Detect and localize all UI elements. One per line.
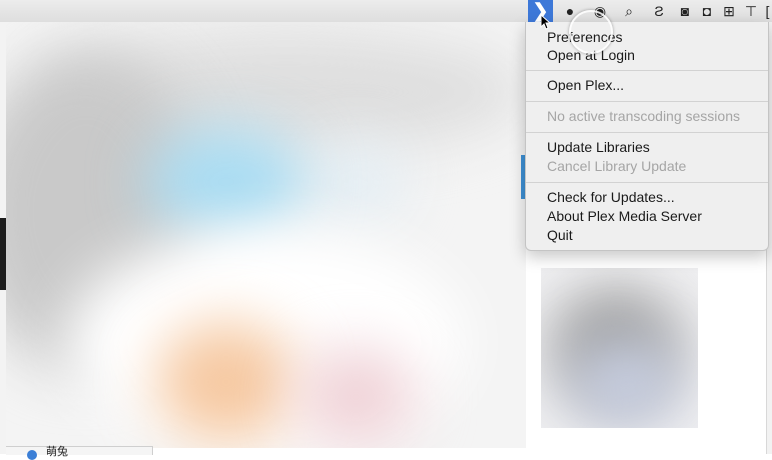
cat-icon[interactable]: ◙ xyxy=(676,3,694,19)
mouse-cursor-icon xyxy=(540,14,550,30)
blurred-background-window xyxy=(6,22,526,448)
grid-icon[interactable]: ⊞ xyxy=(720,3,738,19)
status-label: 萌兔 xyxy=(46,446,68,458)
menu-item-open-at-login[interactable]: Open at Login xyxy=(526,46,768,65)
menu-separator xyxy=(526,132,768,133)
status-dot-icon xyxy=(27,450,37,460)
menu-item-check-for-updates[interactable]: Check for Updates... xyxy=(526,188,768,207)
blur-region xyxy=(296,347,416,447)
plex-dropdown-menu: Preferences Open at Login Open Plex... N… xyxy=(525,22,769,251)
blurred-thumbnail xyxy=(541,268,698,428)
menu-item-no-transcoding: No active transcoding sessions xyxy=(547,108,740,124)
penguin-icon[interactable]: ◘ xyxy=(698,3,716,19)
menu-item-about[interactable]: About Plex Media Server xyxy=(526,207,768,226)
blur-region xyxy=(156,322,296,442)
search-icon[interactable]: ⌕ xyxy=(620,3,638,19)
menu-item-open-plex[interactable]: Open Plex... xyxy=(526,76,768,95)
menu-separator xyxy=(526,182,768,183)
menu-item-update-libraries[interactable]: Update Libraries xyxy=(526,138,768,157)
menu-bar: ❯ ● ◉ ⌕ Ƨ ◙ ◘ ⊞ ⊤ [ xyxy=(0,0,772,23)
bracket-icon[interactable]: [ xyxy=(763,3,772,19)
blur-region xyxy=(571,338,681,428)
script-icon[interactable]: Ƨ xyxy=(650,3,668,19)
blur-region xyxy=(306,142,406,222)
blur-region xyxy=(146,127,306,237)
menu-item-quit[interactable]: Quit xyxy=(526,226,768,245)
menu-separator xyxy=(526,70,768,71)
text-icon[interactable]: ⊤ xyxy=(743,3,759,19)
menu-item-cancel-library-update: Cancel Library Update xyxy=(547,158,687,174)
click-indicator-icon xyxy=(569,10,613,54)
menu-separator xyxy=(526,101,768,102)
menu-item-preferences[interactable]: Preferences xyxy=(526,28,768,47)
